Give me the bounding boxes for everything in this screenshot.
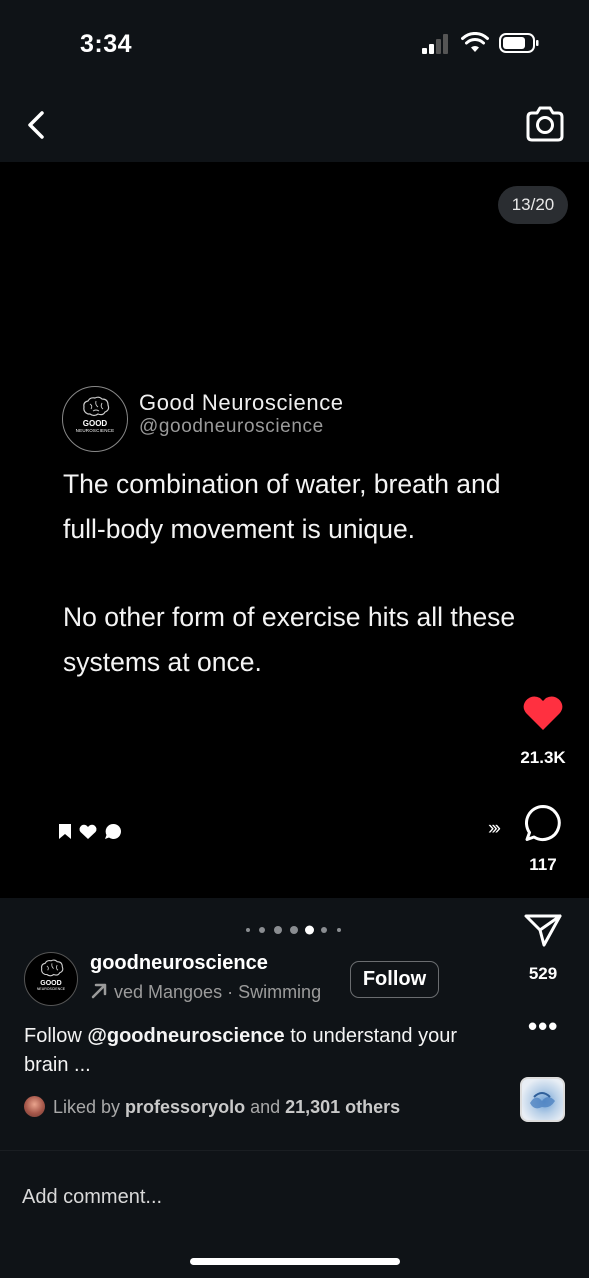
avatar-brand-subtext: NEUROSCIENCE [36,987,66,991]
avatar-brand-subtext: NEUROSCIENCE [75,428,115,433]
liker-avatar [24,1096,45,1117]
post-caption[interactable]: Follow @goodneuroscience to understand y… [24,1022,504,1080]
back-arrow-icon[interactable] [22,108,50,142]
top-nav [0,90,589,162]
tweet-text: The combination of water, breath and ful… [63,462,543,684]
heart-icon [79,824,97,839]
carousel-dots [246,924,346,936]
audio-title: ved Mangoes · Swimming [114,982,322,1002]
avatar-brand-text: GOOD [40,980,62,987]
liked-by-line[interactable]: Liked by professoryolo and 21,301 others [24,1096,400,1118]
tweet-avatar: GOOD NEUROSCIENCE [62,386,128,452]
brain-icon [41,959,64,977]
speech-bubble-icon [105,823,121,839]
slide-counter: 13/20 [498,186,568,224]
cellular-signal-icon [422,34,452,54]
camera-icon[interactable] [524,104,566,144]
chevrons-icon[interactable]: ››› [488,818,501,840]
status-time: 3:34 [80,30,133,58]
more-options-icon[interactable]: ••• [528,1013,558,1042]
avatar-brand-text: GOOD [82,419,108,428]
battery-icon [499,33,539,53]
post-media[interactable]: 13/20 GOOD NEUROSCIENCE Good Neuroscienc… [0,162,589,898]
likes-others[interactable]: 21,301 others [285,1097,400,1117]
add-comment-input[interactable] [22,1186,422,1209]
home-indicator[interactable] [190,1258,400,1265]
heart-icon[interactable] [522,694,564,732]
wifi-icon [461,32,489,52]
follow-button[interactable]: Follow [350,961,439,998]
share-icon[interactable] [523,912,563,948]
brain-icon [83,396,110,417]
status-bar: 3:34 [0,0,589,90]
share-count: 529 [528,964,558,983]
tweet-author-handle: @goodneuroscience [139,416,324,437]
comment-icon[interactable] [524,804,562,842]
tweet-paragraph: The combination of water, breath and ful… [63,469,501,544]
audio-thumbnail[interactable] [520,1077,565,1122]
author-username[interactable]: goodneuroscience [90,952,268,975]
tweet-author-name: Good Neuroscience [139,390,344,415]
tweet-paragraph: No other form of exercise hits all these… [63,602,516,677]
like-count: 21.3K [520,748,566,767]
audio-attribution[interactable]: ved Mangoes · Swimming [90,982,321,1003]
comment-count: 117 [529,855,557,874]
liker-username[interactable]: professoryolo [125,1097,245,1117]
trending-arrow-icon [91,983,107,999]
bookmark-icon [59,824,71,839]
author-avatar[interactable]: GOOD NEUROSCIENCE [24,952,78,1006]
caption-mention[interactable]: @goodneuroscience [87,1025,284,1047]
mini-reaction-icons [59,823,121,839]
